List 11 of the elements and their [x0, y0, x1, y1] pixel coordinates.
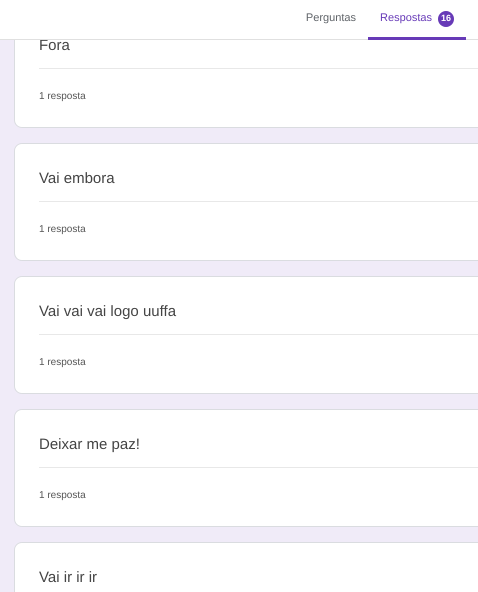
answer-text: Vai ir ir ir [39, 569, 98, 586]
response-count: 1 resposta [39, 490, 86, 501]
response-count: 1 resposta [39, 224, 86, 235]
answer-text: Fora [39, 37, 70, 54]
tab[interactable]: Perguntas [294, 0, 368, 40]
answer-text: Deixar me paz! [39, 436, 140, 453]
answer-text: Vai embora [39, 170, 115, 187]
answer-text: Vai vai vai logo uuffa [39, 303, 176, 320]
response-count: 1 resposta [39, 357, 86, 368]
count-badge: 16 [438, 10, 454, 26]
response-count: 1 resposta [39, 91, 86, 102]
